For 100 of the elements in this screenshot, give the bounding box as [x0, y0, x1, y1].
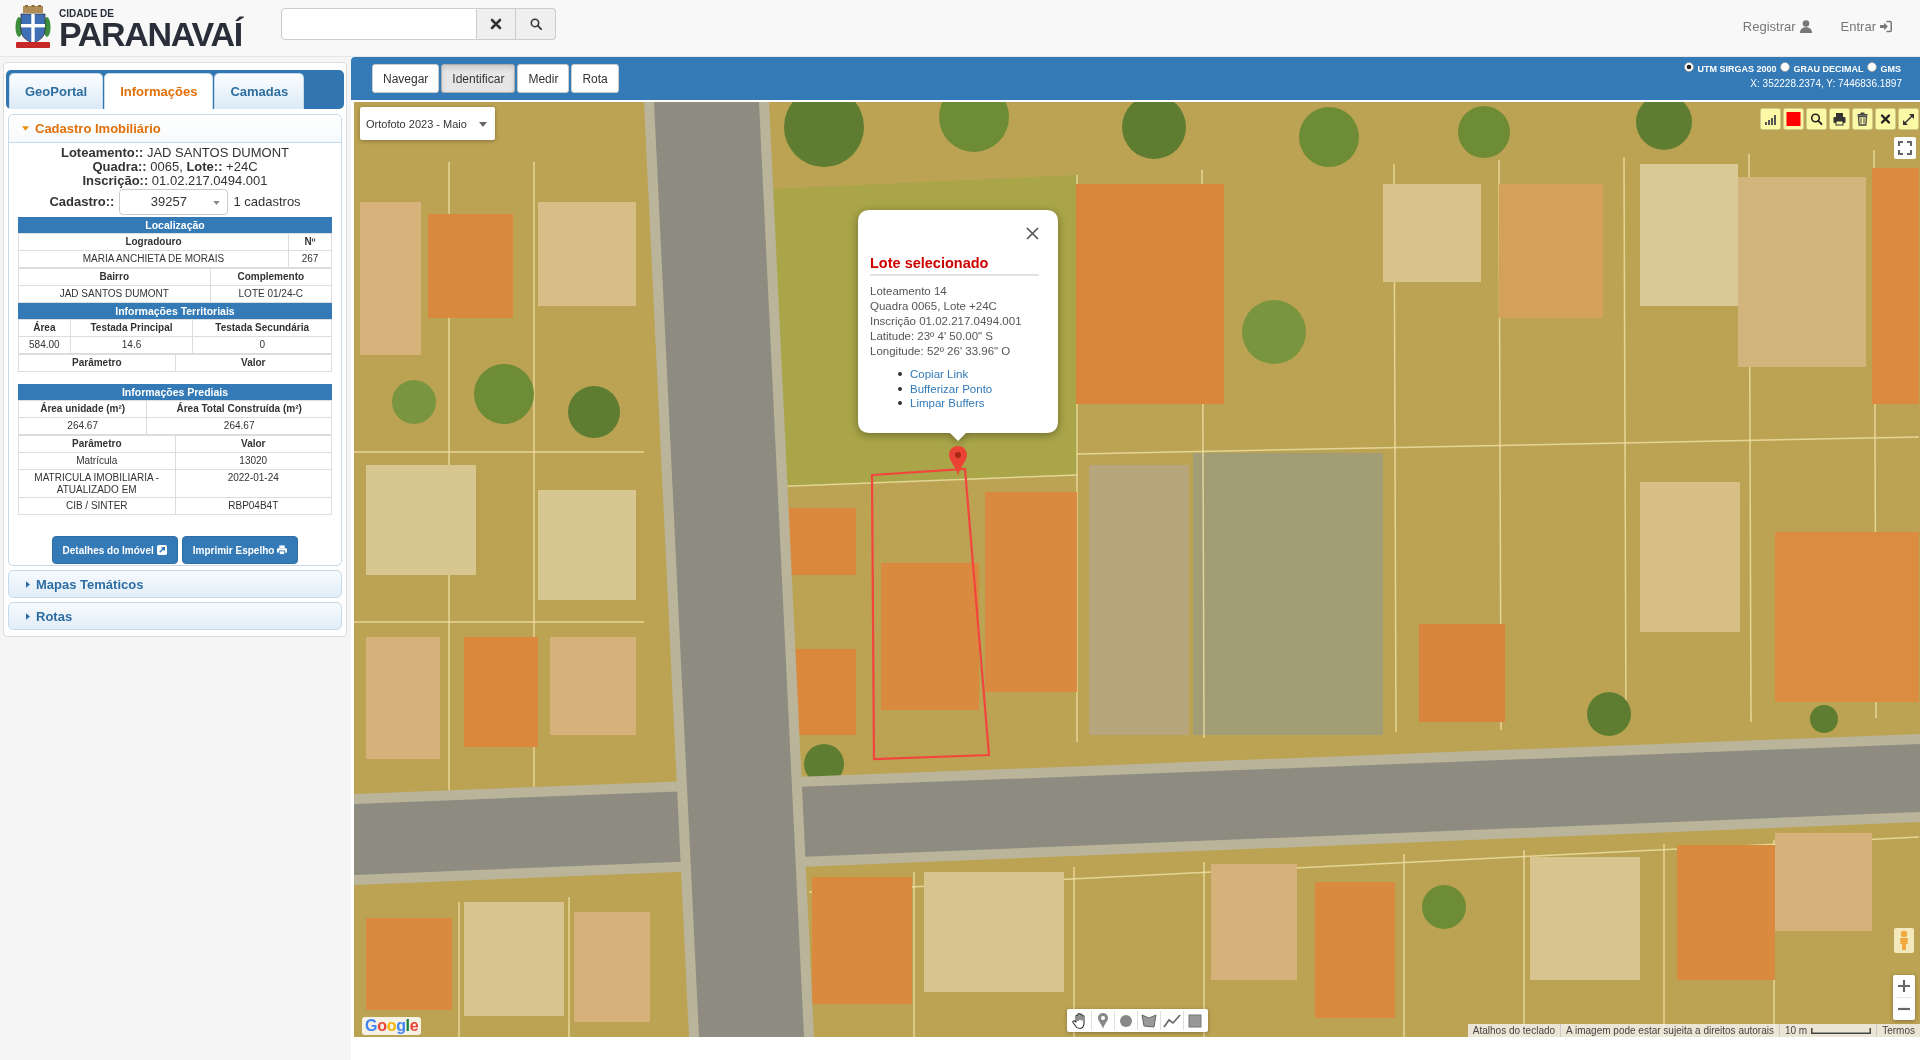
google-logo: Google: [362, 1017, 422, 1035]
popup-link[interactable]: Bufferizar Ponto: [910, 381, 993, 396]
tree: [1422, 885, 1466, 929]
radio-label: GMS: [1880, 64, 1901, 74]
account-link[interactable]: Entrar: [1840, 19, 1892, 34]
tab[interactable]: Informações: [104, 73, 214, 109]
table-cell: 267: [288, 250, 332, 268]
signal-bars-icon[interactable]: [1760, 108, 1781, 130]
search-button[interactable]: [516, 8, 556, 40]
table-cell: 264.67: [146, 417, 332, 435]
color-swatch-icon[interactable]: [1783, 108, 1804, 130]
bullet-icon: [898, 372, 902, 377]
popup-detail-line: Loteamento 14: [870, 284, 948, 299]
scale-bar-icon: [1811, 1027, 1872, 1034]
table-header-cell: Valor: [175, 435, 332, 453]
action-button[interactable]: Detalhes do Imóvel: [51, 536, 178, 564]
user-icon: [1799, 20, 1812, 33]
mode-button[interactable]: Identificar: [441, 64, 516, 93]
radio-button[interactable]: [1780, 62, 1791, 72]
popup-detail-line: Inscrição 01.02.217.0494.001: [870, 314, 1023, 329]
table-header-cell: Área unidade (m²): [18, 400, 147, 418]
bullet-icon: [898, 386, 902, 391]
search-icon[interactable]: [1806, 108, 1827, 130]
tab[interactable]: Camadas: [214, 73, 305, 109]
print-icon: [277, 545, 288, 555]
table-header-cell: Valor: [175, 354, 332, 372]
trash-icon[interactable]: [1852, 108, 1873, 130]
scale-label: 10 m: [1784, 1024, 1808, 1037]
mode-button[interactable]: Navegar: [372, 64, 440, 93]
tree: [1458, 106, 1510, 158]
popup-title: Lote selecionado: [870, 255, 990, 271]
coordinate-readout: X: 352228.2374, Y: 7446836.1897: [1750, 78, 1902, 89]
close-icon: [490, 18, 502, 30]
tab[interactable]: GeoPortal: [9, 73, 104, 109]
terms-link[interactable]: Termos: [1877, 1024, 1920, 1037]
tree: [1810, 705, 1838, 733]
clear-button[interactable]: [477, 8, 516, 40]
property-summary-line: Loteamento:: JAD SANTOS DUMONT: [60, 146, 290, 160]
table-cell: MATRICULA IMOBILIARIA - ATUALIZADO EM: [18, 469, 175, 498]
accordion-header[interactable]: Cadastro Imobiliário: [9, 115, 341, 143]
tree: [1636, 102, 1692, 150]
account-link[interactable]: Registrar: [1742, 19, 1812, 34]
table-cell: MARIA ANCHIETA DE MORAIS: [18, 250, 289, 268]
search-field[interactable]: [281, 8, 477, 40]
table-cell: 2022-01-24: [175, 469, 332, 498]
mode-button[interactable]: Medir: [517, 64, 570, 93]
mode-button[interactable]: Rota: [571, 64, 619, 93]
table-cell: 14.6: [70, 336, 193, 354]
close-icon[interactable]: [1026, 227, 1039, 240]
table-cell: Matrícula: [18, 452, 175, 470]
property-summary-line: Inscrição:: 01.02.217.0494.001: [81, 174, 269, 188]
table-header-cell: Parâmetro: [18, 354, 175, 372]
print-icon[interactable]: [1829, 108, 1850, 130]
radio-button[interactable]: [1867, 62, 1878, 72]
tree: [474, 364, 534, 424]
table-section-title: Informações Prediais: [18, 384, 332, 400]
bullet-icon: [898, 401, 902, 406]
popup-detail-line: Quadra 0065, Lote +24C: [870, 299, 998, 314]
keyboard-shortcuts-link[interactable]: Atalhos do teclado: [1467, 1024, 1562, 1037]
table-cell: 264.67: [18, 417, 147, 435]
caret-icon: [26, 580, 30, 588]
table-cell: RBP04B4T: [175, 497, 332, 515]
external-link-icon: [156, 545, 167, 555]
tree: [392, 380, 436, 424]
cadastro-label: Cadastro::: [49, 194, 115, 209]
table-section-title: Informações Territoriais: [18, 303, 332, 319]
caret-icon: [22, 126, 29, 131]
caret-icon: [213, 200, 221, 205]
popup-link[interactable]: Copiar Link: [910, 367, 969, 382]
caret-icon: [26, 612, 30, 620]
property-summary-line: Quadra:: 0065, Lote:: +24C: [91, 160, 259, 174]
tree: [1587, 692, 1631, 736]
coat-of-arms-icon: [15, 5, 51, 49]
action-button[interactable]: Imprimir Espelho: [181, 536, 299, 564]
popup-link[interactable]: Limpar Buffers: [910, 396, 985, 411]
table-header-cell: Nº: [288, 233, 332, 251]
tree: [1242, 300, 1306, 364]
cadastro-select[interactable]: 39257: [119, 188, 229, 215]
table-header-cell: Testada Secundária: [192, 319, 332, 337]
table-section-title: Localização: [18, 217, 332, 233]
accordion-header[interactable]: Mapas Temáticos: [8, 570, 342, 598]
fullscreen-icon[interactable]: [1894, 137, 1916, 159]
table-header-cell: Bairro: [18, 268, 211, 286]
expand-icon[interactable]: [1898, 108, 1919, 130]
sign-in-icon: [1880, 20, 1892, 33]
basemap-select[interactable]: Ortofoto 2023 - Maio: [360, 107, 495, 140]
cadastro-count: 1 cadastros: [233, 194, 301, 209]
radio-label: GRAU DECIMAL: [1793, 64, 1864, 74]
tree: [568, 386, 620, 438]
radio-label: UTM SIRGAS 2000: [1697, 64, 1777, 74]
table-header-cell: Área Total Construída (m²): [146, 400, 332, 418]
popup-detail-line: Latitude: 23º 4' 50.00" S: [870, 329, 994, 344]
tree: [939, 102, 1009, 152]
table-header-cell: Área: [18, 319, 71, 337]
radio-button[interactable]: [1684, 62, 1695, 72]
accordion-header[interactable]: Rotas: [8, 602, 342, 630]
table-cell: 0: [192, 336, 332, 354]
table-cell: CIB / SINTER: [18, 497, 175, 515]
logo-subtitle: CIDADE DE: [59, 8, 114, 19]
imagery-notice: A imagem pode estar sujeita a direitos autorais: [1561, 1024, 1780, 1037]
